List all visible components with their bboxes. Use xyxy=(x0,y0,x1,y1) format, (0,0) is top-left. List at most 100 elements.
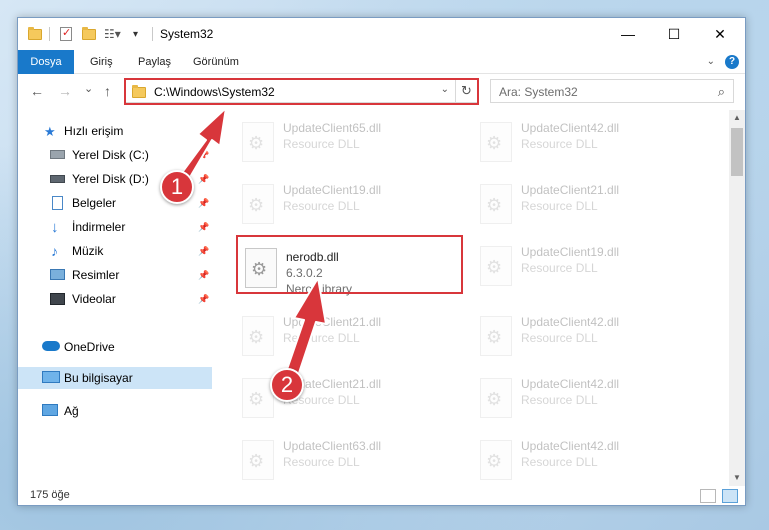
properties-icon[interactable] xyxy=(60,26,72,42)
pin-icon[interactable]: 📌 xyxy=(198,270,209,281)
ribbon-tabs: Dosya Giriş Paylaş Görünüm ⌄ ? xyxy=(18,50,745,74)
customize-toolbar-icon[interactable]: ☷▾ xyxy=(104,26,121,42)
list-item[interactable]: UpdateClient42.dll Resource DLL xyxy=(474,436,694,486)
file-description: Resource DLL xyxy=(521,261,598,275)
list-item[interactable]: UpdateClient19.dll Resource DLL xyxy=(474,242,694,294)
file-description: Resource DLL xyxy=(521,137,598,151)
forward-button[interactable]: → xyxy=(58,83,72,99)
file-name: UpdateClient21.dll xyxy=(283,315,382,329)
recent-locations-button[interactable]: ⌄ xyxy=(84,82,93,95)
sidebar-item-videos[interactable]: Videolar 📌 xyxy=(18,288,212,310)
file-description: Resource DLL xyxy=(521,331,598,345)
tab-home[interactable]: Giriş xyxy=(80,50,123,74)
list-item[interactable]: UpdateClient42.dll Resource DLL xyxy=(474,374,694,426)
file-name: UpdateClient42.dll xyxy=(521,315,620,329)
vertical-scrollbar[interactable]: ▲ ▼ xyxy=(729,110,745,486)
pin-icon[interactable]: 📌 xyxy=(198,246,209,257)
file-description: Resource DLL xyxy=(521,455,598,469)
file-name: UpdateClient42.dll xyxy=(521,439,620,453)
scroll-up-icon[interactable]: ▲ xyxy=(729,110,745,126)
list-item[interactable]: UpdateClient19.dll Resource DLL xyxy=(236,180,456,232)
title-bar: ☷▾ ▾ System32 — ☐ ✕ xyxy=(18,18,745,50)
details-view-icon[interactable] xyxy=(700,489,716,503)
sidebar-item-disk-c[interactable]: Yerel Disk (C:) 📌 xyxy=(18,144,212,166)
window-title: System32 xyxy=(160,27,214,41)
file-name: UpdateClient21.dll xyxy=(521,183,620,197)
scroll-down-icon[interactable]: ▼ xyxy=(729,470,745,486)
minimize-button[interactable]: — xyxy=(605,18,651,50)
maximize-button[interactable]: ☐ xyxy=(651,18,697,50)
list-item[interactable]: UpdateClient65.dll Resource DLL xyxy=(236,118,456,170)
file-list: UpdateClient65.dll Resource DLL UpdateCl… xyxy=(226,110,732,486)
file-description: Resource DLL xyxy=(283,331,360,345)
dll-file-icon xyxy=(242,122,274,162)
scrollbar-thumb[interactable] xyxy=(731,128,743,176)
navigation-pane: ★ Hızlı erişim Yerel Disk (C:) 📌 Yerel D… xyxy=(18,110,212,486)
file-description: Resource DLL xyxy=(521,393,598,407)
dll-file-icon xyxy=(480,316,512,356)
file-description: Resource DLL xyxy=(283,137,360,151)
address-bar-highlight xyxy=(124,78,479,105)
sidebar-item-downloads[interactable]: ↓ İndirmeler 📌 xyxy=(18,216,212,238)
file-name: UpdateClient19.dll xyxy=(521,245,620,259)
pin-icon[interactable]: 📌 xyxy=(198,198,209,209)
quick-access-dropdown-icon[interactable]: ▾ xyxy=(133,26,138,42)
tab-view[interactable]: Görünüm xyxy=(183,50,249,74)
videos-icon xyxy=(50,293,65,305)
list-item[interactable]: UpdateClient42.dll Resource DLL xyxy=(474,118,694,170)
file-description: Resource DLL xyxy=(283,199,360,213)
list-item[interactable]: UpdateClient63.dll Resource DLL xyxy=(236,436,456,486)
list-item[interactable]: UpdateClient21.dll Resource DLL xyxy=(474,180,694,232)
dll-file-icon xyxy=(242,184,274,224)
pictures-icon xyxy=(50,269,65,280)
sidebar-item-label: Hızlı erişim xyxy=(64,124,124,138)
sidebar-item-label: Yerel Disk (D:) xyxy=(72,172,149,186)
dll-file-icon xyxy=(242,316,274,356)
search-placeholder: Ara: System32 xyxy=(499,85,578,99)
sidebar-item-label: Videolar xyxy=(72,292,116,306)
sidebar-item-pictures[interactable]: Resimler 📌 xyxy=(18,264,212,286)
pin-icon[interactable]: 📌 xyxy=(198,222,209,233)
computer-icon xyxy=(42,371,60,383)
tiles-view-icon[interactable] xyxy=(722,489,738,503)
sidebar-item-label: Resimler xyxy=(72,268,120,282)
documents-icon xyxy=(52,196,63,210)
dll-file-icon xyxy=(480,378,512,418)
sidebar-item-label: Belgeler xyxy=(72,196,117,210)
dll-file-icon xyxy=(480,184,512,224)
up-button[interactable]: ↑ xyxy=(104,83,111,99)
pin-icon[interactable]: 📌 xyxy=(198,174,209,185)
file-name: UpdateClient19.dll xyxy=(283,183,382,197)
sidebar-item-this-pc[interactable]: Bu bilgisayar xyxy=(18,367,212,389)
sidebar-item-quick-access[interactable]: ★ Hızlı erişim xyxy=(18,120,212,142)
list-item[interactable]: UpdateClient21.dll Resource DLL xyxy=(236,312,456,364)
file-name: UpdateClient65.dll xyxy=(283,121,382,135)
pin-icon[interactable]: 📌 xyxy=(198,150,209,161)
sidebar-item-music[interactable]: ♪ Müzik 📌 xyxy=(18,240,212,262)
dll-file-icon xyxy=(480,440,512,480)
search-input[interactable]: Ara: System32 ⌕ xyxy=(490,79,734,103)
sidebar-item-label: Bu bilgisayar xyxy=(64,371,133,385)
list-item[interactable]: UpdateClient42.dll Resource DLL xyxy=(474,312,694,364)
chevron-down-icon[interactable]: ⌄ xyxy=(707,56,715,67)
sidebar-item-label: Müzik xyxy=(72,244,104,258)
help-icon[interactable]: ? xyxy=(725,55,739,69)
music-icon: ♪ xyxy=(51,243,58,259)
sidebar-item-network[interactable]: Ağ xyxy=(18,400,212,422)
title-separator xyxy=(152,26,153,42)
list-item[interactable]: UpdateClient21.dll Resource DLL xyxy=(236,374,456,426)
tab-file[interactable]: Dosya xyxy=(18,50,74,74)
new-folder-icon[interactable] xyxy=(82,26,96,42)
search-icon[interactable]: ⌕ xyxy=(718,84,725,100)
back-button[interactable]: ← xyxy=(30,83,44,99)
sidebar-item-label: Ağ xyxy=(64,404,79,418)
drive-icon xyxy=(50,175,65,183)
cloud-icon xyxy=(42,341,60,351)
dll-file-icon xyxy=(480,246,512,286)
close-button[interactable]: ✕ xyxy=(697,18,743,50)
pin-icon[interactable]: 📌 xyxy=(198,294,209,305)
tab-share[interactable]: Paylaş xyxy=(128,50,181,74)
sidebar-item-onedrive[interactable]: OneDrive xyxy=(18,336,212,358)
dll-file-icon xyxy=(242,440,274,480)
file-description: Resource DLL xyxy=(283,455,360,469)
